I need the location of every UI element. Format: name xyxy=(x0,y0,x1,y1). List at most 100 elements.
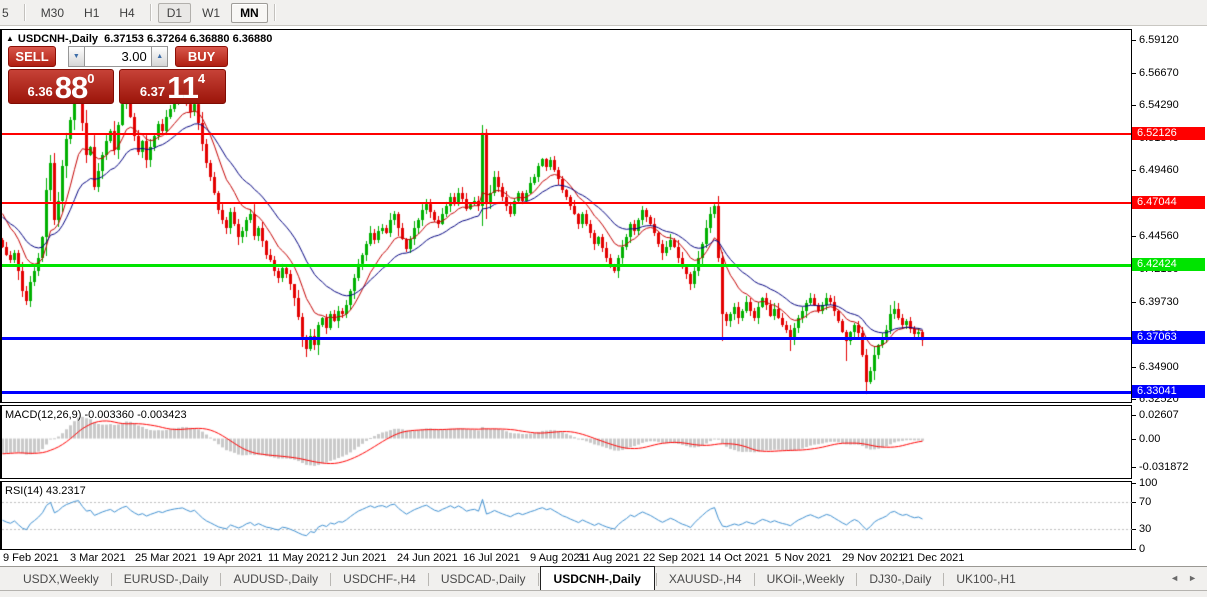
volume-field-wrap xyxy=(85,46,152,67)
toolbar-separator xyxy=(24,4,26,21)
price-axis-label: 6.34900 xyxy=(1139,361,1179,373)
price-axis-tick xyxy=(1132,302,1136,303)
tab-scroll-left-icon[interactable]: ◄ xyxy=(1170,573,1179,583)
date-axis-label: 31 Aug 2021 xyxy=(578,552,640,564)
date-axis-label: 19 Apr 2021 xyxy=(203,552,262,564)
buy-price-button[interactable]: 6.37114 xyxy=(119,69,226,104)
tab-scroll-right-icon[interactable]: ► xyxy=(1188,573,1197,583)
buy-price-main: 6.37 xyxy=(140,81,165,103)
rsi-indicator-canvas[interactable] xyxy=(2,482,1132,549)
date-axis-label: 2 Jun 2021 xyxy=(332,552,386,564)
price-axis-tick xyxy=(1132,40,1136,41)
tab-scroll-arrows: ◄► xyxy=(1161,573,1197,583)
buy-price-point: 4 xyxy=(198,72,205,85)
buy-button[interactable]: BUY xyxy=(175,46,228,67)
date-axis-label: 24 Jun 2021 xyxy=(397,552,458,564)
macd-label: MACD(12,26,9) -0.003360 -0.003423 xyxy=(5,409,187,421)
rsi-axis-label: 0 xyxy=(1139,543,1145,555)
line-price-label-6.52126: 6.52126 xyxy=(1132,127,1205,140)
timeframe-button-5[interactable]: 5 xyxy=(0,3,18,23)
horizontal-line-6.52126[interactable] xyxy=(2,133,1131,135)
tab-separator xyxy=(943,573,944,586)
date-axis-label: 5 Nov 2021 xyxy=(775,552,831,564)
chart-tab-eurusd-daily[interactable]: EURUSD-,Daily xyxy=(113,568,220,591)
one-click-trading-panel: SELL ▼ ▲ BUY 6.36880 6.37114 xyxy=(8,46,228,104)
price-axis-tick xyxy=(1132,399,1136,400)
tab-separator xyxy=(220,573,221,586)
line-price-label-6.37063: 6.37063 xyxy=(1132,331,1205,344)
timeframe-button-d1[interactable]: D1 xyxy=(158,3,191,23)
mt4-application-window: 5 M30H1H4 D1W1MN ▲ USDCNH-,Daily 6.37153 6.… xyxy=(0,0,1207,597)
chart-tab-xauusd-h4[interactable]: XAUUSD-,H4 xyxy=(658,568,753,591)
date-axis-label: 29 Nov 2021 xyxy=(842,552,904,564)
toolbar-separator xyxy=(274,4,276,21)
sell-price-main: 6.36 xyxy=(27,81,52,103)
date-axis-label: 3 Mar 2021 xyxy=(70,552,126,564)
macd-axis-tick xyxy=(1132,439,1136,440)
spin-down-icon: ▼ xyxy=(73,53,80,60)
date-axis-label: 25 Mar 2021 xyxy=(135,552,197,564)
price-axis-label: 6.54290 xyxy=(1139,99,1179,111)
timeframe-button-h4[interactable]: H4 xyxy=(110,3,143,23)
rsi-axis-tick xyxy=(1132,483,1136,484)
price-axis-tick xyxy=(1132,236,1136,237)
chart-tab-dj30-daily[interactable]: DJ30-,Daily xyxy=(858,568,942,591)
timeframe-button-m30[interactable]: M30 xyxy=(32,3,73,23)
macd-axis-tick xyxy=(1132,415,1136,416)
line-price-label-6.42424: 6.42424 xyxy=(1132,258,1205,271)
timeframe-button-w1[interactable]: W1 xyxy=(193,3,229,23)
chart-ohlc-values: 6.37153 6.37264 6.36880 6.36880 xyxy=(104,33,272,45)
line-price-label-6.47044: 6.47044 xyxy=(1132,196,1205,209)
chart-tab-usdcad-daily[interactable]: USDCAD-,Daily xyxy=(430,568,537,591)
timeframe-button-h1[interactable]: H1 xyxy=(75,3,108,23)
rsi-axis-label: 100 xyxy=(1139,477,1157,489)
rsi-axis-tick xyxy=(1132,549,1136,550)
date-axis-label: 16 Jul 2021 xyxy=(463,552,520,564)
horizontal-line-6.47044[interactable] xyxy=(2,202,1131,204)
horizontal-line-6.33041[interactable] xyxy=(2,391,1131,394)
horizontal-line-6.42424[interactable] xyxy=(2,264,1131,267)
price-axis-label: 6.39730 xyxy=(1139,296,1179,308)
chart-tab-uk100-h1[interactable]: UK100-,H1 xyxy=(945,568,1026,591)
horizontal-line-6.37063[interactable] xyxy=(2,337,1131,340)
rsi-axis-label: 70 xyxy=(1139,496,1151,508)
chart-tab-usdchf-h4[interactable]: USDCHF-,H4 xyxy=(332,568,427,591)
chart-title: ▲ USDCNH-,Daily 6.37153 6.37264 6.36880 6… xyxy=(6,33,272,45)
rsi-axis-tick xyxy=(1132,529,1136,530)
date-axis-label: 21 Dec 2021 xyxy=(902,552,964,564)
macd-axis-label: 0.00 xyxy=(1139,433,1160,445)
collapse-triangle-icon[interactable]: ▲ xyxy=(6,34,14,43)
volume-decrease-button[interactable]: ▼ xyxy=(68,46,85,67)
rsi-axis-tick xyxy=(1132,502,1136,503)
timeframe-button-mn[interactable]: MN xyxy=(231,3,268,23)
price-axis-tick xyxy=(1132,73,1136,74)
macd-axis-tick xyxy=(1132,467,1136,468)
macd-axis-label: -0.031872 xyxy=(1139,461,1189,473)
chart-tab-usdx-weekly[interactable]: USDX,Weekly xyxy=(12,568,110,591)
date-axis-label: 9 Feb 2021 xyxy=(3,552,59,564)
volume-increase-button[interactable]: ▲ xyxy=(151,46,168,67)
date-axis-label: 22 Sep 2021 xyxy=(643,552,705,564)
sell-button[interactable]: SELL xyxy=(8,46,56,67)
chart-window: ▲ USDCNH-,Daily 6.37153 6.37264 6.36880 6… xyxy=(0,29,1207,566)
sell-price-point: 0 xyxy=(87,72,94,85)
timeframe-toolbar: 5 M30H1H4 D1W1MN xyxy=(0,0,1207,26)
price-axis-label: 6.59120 xyxy=(1139,34,1179,46)
tab-separator xyxy=(538,573,539,586)
status-bar-strip xyxy=(0,590,1207,597)
chart-tab-ukoil-weekly[interactable]: UKOil-,Weekly xyxy=(756,568,856,591)
tab-separator xyxy=(428,573,429,586)
macd-axis-label: 0.02607 xyxy=(1139,409,1179,421)
price-axis-tick xyxy=(1132,105,1136,106)
price-axis-tick xyxy=(1132,367,1136,368)
chart-symbol-period: USDCNH-,Daily xyxy=(18,33,98,45)
chart-tab-audusd-daily[interactable]: AUDUSD-,Daily xyxy=(222,568,329,591)
tab-separator xyxy=(656,573,657,586)
tab-separator xyxy=(856,573,857,586)
chart-tab-usdcnh-daily[interactable]: USDCNH-,Daily xyxy=(540,566,655,592)
tab-separator xyxy=(111,573,112,586)
volume-input[interactable] xyxy=(85,47,151,66)
sell-price-pips: 88 xyxy=(55,73,87,103)
tab-separator xyxy=(754,573,755,586)
sell-price-button[interactable]: 6.36880 xyxy=(8,69,114,104)
